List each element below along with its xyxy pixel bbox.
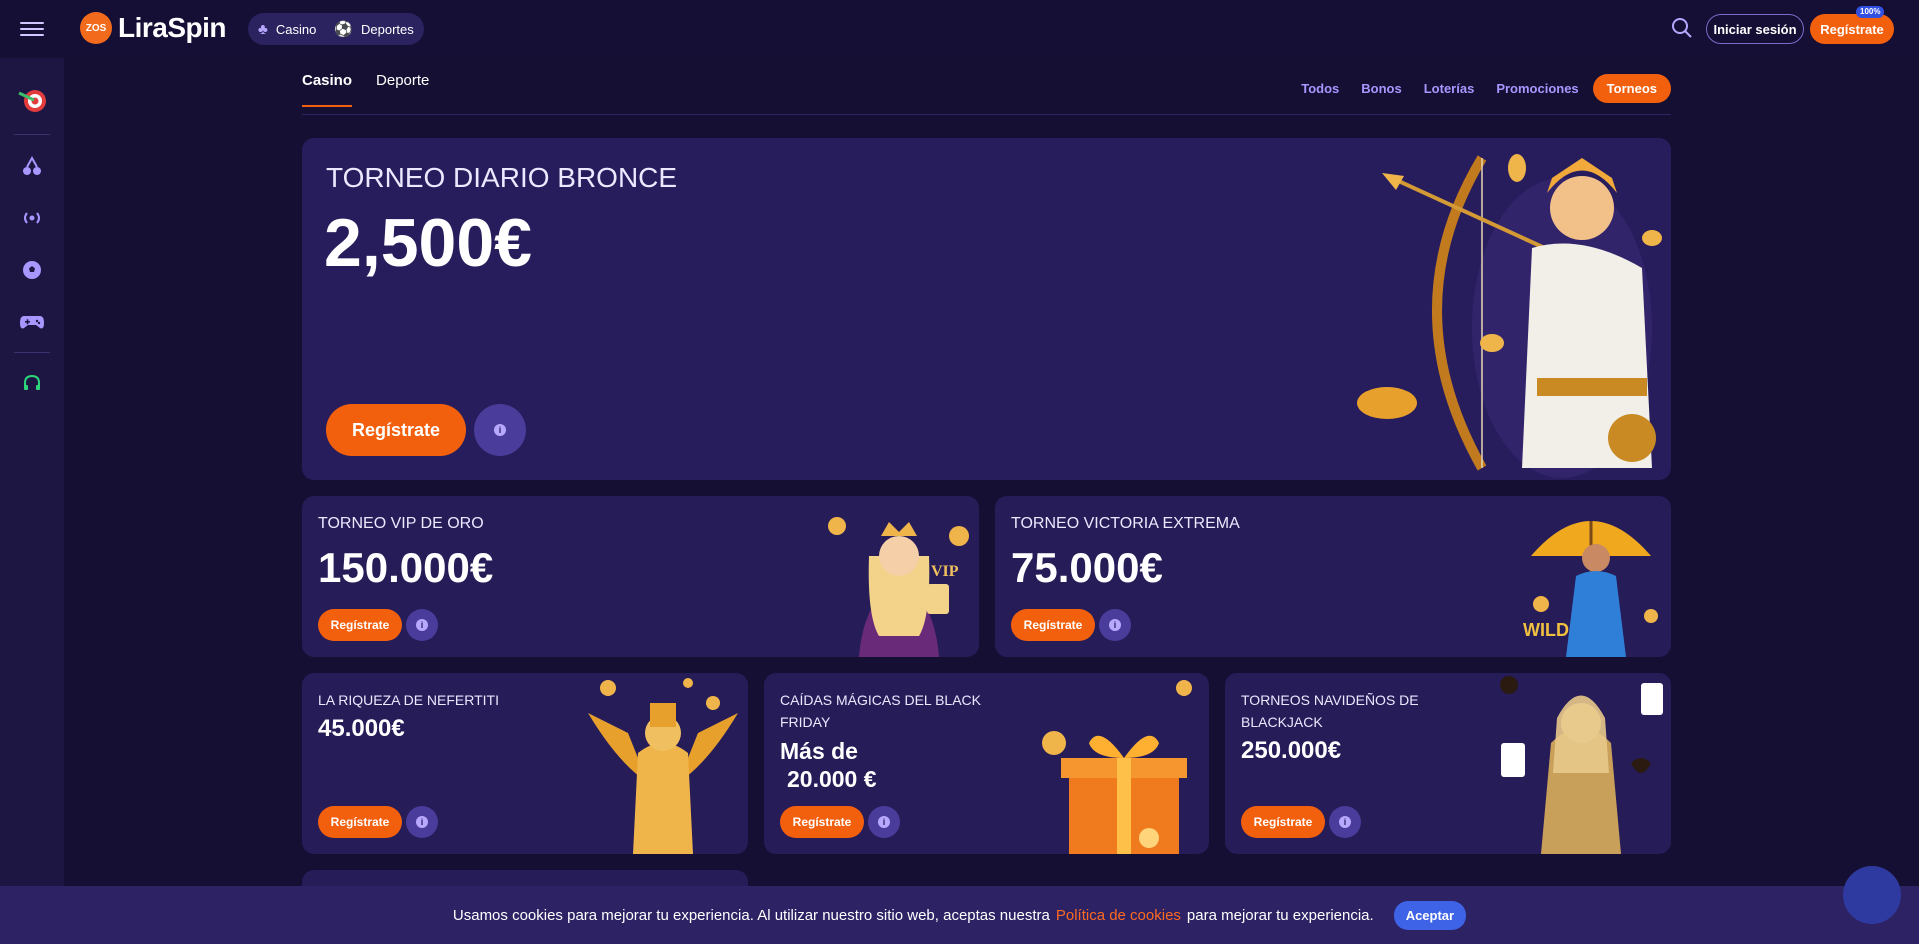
search-icon[interactable] — [1670, 16, 1694, 40]
nav-casino[interactable]: ♣ Casino — [258, 21, 316, 38]
tournament-card[interactable]: LA RIQUEZA DE NEFERTITI 45.000€ Regístra… — [302, 673, 748, 854]
info-icon: i — [416, 619, 428, 631]
gift-box-illustration — [1042, 680, 1192, 854]
info-icon: i — [416, 816, 428, 828]
filter-bonos[interactable]: Bonos — [1353, 75, 1409, 102]
chat-support-icon[interactable] — [1843, 866, 1901, 924]
tournament-card[interactable]: TORNEOS NAVIDEÑOS DE BLACKJACK 250.000€ … — [1225, 673, 1671, 854]
gamepad-icon[interactable] — [16, 306, 48, 338]
hero-register-button[interactable]: Regístrate — [326, 404, 466, 456]
filter-todos[interactable]: Todos — [1293, 75, 1347, 102]
card-amount: 45.000€ — [318, 715, 405, 742]
top-nav: ♣ Casino ⚽ Deportes — [248, 13, 424, 45]
card-amount: 75.000€ — [1011, 544, 1163, 591]
vip-queen-illustration: VIP — [828, 517, 969, 657]
card-amount-line1: Más de — [780, 738, 858, 764]
svg-text:VIP: VIP — [931, 563, 959, 580]
card-title-line1: CAÍDAS MÁGICAS DEL BLACK — [780, 692, 981, 708]
tabs-divider — [302, 114, 1671, 115]
info-button[interactable]: i — [868, 806, 900, 838]
card-title: TORNEO VIP DE ORO — [318, 515, 484, 532]
tournament-card[interactable]: TORNEO VICTORIA EXTREMA 75.000€ Regístra… — [995, 496, 1671, 657]
register-button[interactable]: Regístrate — [1241, 806, 1325, 838]
cookie-text-after: para mejorar tu experiencia. — [1186, 906, 1374, 924]
darts-icon[interactable] — [16, 84, 48, 116]
register-button[interactable]: Regístrate — [1011, 609, 1095, 641]
card-title: TORNEO VICTORIA EXTREMA — [1011, 515, 1240, 532]
sidebar — [0, 58, 64, 944]
hero-info-button[interactable]: i — [474, 404, 526, 456]
cookie-banner: Usamos cookies para mejorar tu experienc… — [0, 886, 1919, 944]
cherry-icon: ♣ — [258, 20, 268, 38]
card-title-line2: BLACKJACK — [1241, 714, 1323, 730]
nav-deportes[interactable]: ⚽ Deportes — [334, 20, 413, 38]
promo-badge: 100% — [1856, 6, 1885, 18]
category-filters: Todos Bonos Loterías Promociones Torneos — [1293, 74, 1671, 103]
section-tabs: Casino Deporte — [302, 72, 429, 107]
register-button[interactable]: Regístrate — [318, 609, 402, 641]
info-button[interactable]: i — [406, 806, 438, 838]
hero-tournament-card[interactable]: TORNEO DIARIO BRONCE 2,500€ Regístrate i — [302, 138, 1671, 480]
sidebar-divider — [14, 134, 50, 135]
register-button[interactable]: Regístrate — [1810, 14, 1894, 44]
tournament-card[interactable]: TORNEO VIP DE ORO 150.000€ Regístrate i … — [302, 496, 979, 657]
hamburger-menu-icon[interactable] — [20, 18, 44, 38]
card-amount: 150.000€ — [318, 544, 494, 591]
info-button[interactable]: i — [1329, 806, 1361, 838]
tab-casino[interactable]: Casino — [302, 72, 353, 107]
card-amount-line2: 20.000 € — [787, 766, 877, 792]
filter-loterias[interactable]: Loterías — [1416, 75, 1483, 102]
live-broadcast-icon[interactable] — [16, 202, 48, 234]
soccer-ball-icon: ⚽ — [334, 21, 353, 38]
hero-title: TORNEO DIARIO BRONCE — [326, 162, 678, 193]
info-button[interactable]: i — [1099, 609, 1131, 641]
headset-support-icon[interactable] — [16, 368, 48, 400]
nav-deportes-label: Deportes — [361, 21, 414, 37]
top-header: ZOS LiraSpin ♣ Casino ⚽ Deportes Iniciar… — [0, 0, 1919, 58]
soccer-ball-icon[interactable] — [16, 254, 48, 286]
card-title-line1: TORNEOS NAVIDEÑOS DE — [1241, 692, 1419, 708]
nav-casino-label: Casino — [275, 21, 317, 37]
umbrella-woman-illustration: WILD — [1523, 521, 1658, 657]
info-icon: i — [494, 424, 506, 436]
login-button[interactable]: Iniciar sesión — [1706, 14, 1804, 44]
cookie-policy-link[interactable]: Política de cookies — [1056, 907, 1181, 924]
blackjack-dealer-illustration — [1500, 676, 1663, 854]
accept-cookies-button[interactable]: Aceptar — [1393, 900, 1467, 930]
info-icon: i — [878, 816, 890, 828]
info-icon: i — [1109, 619, 1121, 631]
card-title-line2: FRIDAY — [780, 714, 831, 730]
register-button[interactable]: Regístrate — [318, 806, 402, 838]
logo-mark: ZOS — [80, 12, 112, 44]
filter-promociones[interactable]: Promociones — [1488, 75, 1586, 102]
register-button[interactable]: Regístrate — [780, 806, 864, 838]
logo[interactable]: ZOS LiraSpin — [80, 12, 227, 44]
hero-amount: 2,500€ — [324, 205, 532, 281]
info-icon: i — [1339, 816, 1351, 828]
tab-deporte[interactable]: Deporte — [376, 72, 429, 107]
cookie-text: Usamos cookies para mejorar tu experienc… — [452, 906, 1050, 924]
svg-text:WILD: WILD — [1523, 620, 1569, 640]
golden-nefertiti-illustration — [588, 678, 738, 854]
tournament-card[interactable]: CAÍDAS MÁGICAS DEL BLACK FRIDAY Más de 2… — [764, 673, 1209, 854]
card-amount: 250.000€ — [1241, 737, 1342, 764]
info-button[interactable]: i — [406, 609, 438, 641]
archer-hero-illustration — [1357, 154, 1662, 478]
sidebar-divider — [14, 352, 50, 353]
logo-text: LiraSpin — [118, 12, 227, 43]
cherry-icon[interactable] — [16, 150, 48, 182]
filter-torneos[interactable]: Torneos — [1592, 74, 1671, 103]
card-title: LA RIQUEZA DE NEFERTITI — [318, 692, 500, 708]
